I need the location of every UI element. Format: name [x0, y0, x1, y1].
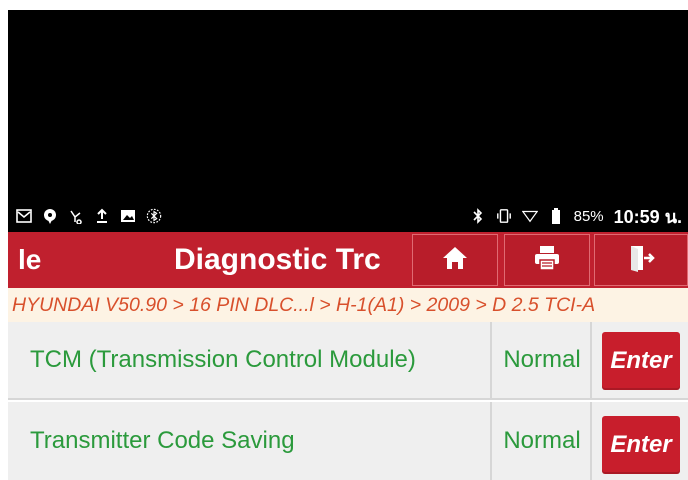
table-row: TCM (Transmission Control Module) Normal…	[8, 322, 688, 400]
title-bar: le Diagnostic Trc	[8, 232, 688, 288]
exit-icon	[627, 244, 655, 277]
system-status: Normal	[494, 322, 592, 398]
enter-button[interactable]: Enter	[602, 332, 680, 390]
breadcrumb: HYUNDAI V50.90 > 16 PIN DLC...l > H-1(A1…	[8, 288, 688, 322]
enter-button[interactable]: Enter	[602, 416, 680, 474]
wifi-icon	[521, 208, 538, 224]
system-status: Normal	[494, 402, 592, 480]
status-right-icons: 85% 10:59 น.	[470, 202, 682, 231]
battery-icon	[548, 208, 564, 224]
status-bar: 85% 10:59 น.	[8, 200, 688, 232]
status-left-icons	[16, 208, 162, 224]
bluetooth-icon	[470, 208, 486, 224]
table-row: Transmitter Code Saving Normal Enter	[8, 402, 688, 480]
print-button[interactable]	[504, 234, 590, 286]
status-time: 10:59 น.	[613, 206, 682, 227]
usb-debug-icon	[68, 208, 84, 224]
exit-button[interactable]	[594, 234, 688, 286]
print-icon	[533, 244, 561, 277]
screen-top-blank	[8, 10, 688, 200]
home-button[interactable]	[412, 234, 498, 286]
vibrate-icon	[496, 208, 512, 224]
system-name: TCM (Transmission Control Module)	[8, 322, 492, 398]
system-name: Transmitter Code Saving	[8, 402, 492, 480]
home-icon	[441, 245, 469, 276]
upload-icon	[94, 208, 110, 224]
page-title: Diagnostic Trc	[174, 243, 381, 276]
chat-icon	[42, 208, 58, 224]
image-icon	[120, 208, 136, 224]
gmail-icon	[16, 208, 32, 224]
back-label[interactable]: le	[8, 244, 88, 276]
battery-percent: 85%	[573, 207, 604, 225]
bluetooth-scan-icon	[146, 208, 162, 224]
